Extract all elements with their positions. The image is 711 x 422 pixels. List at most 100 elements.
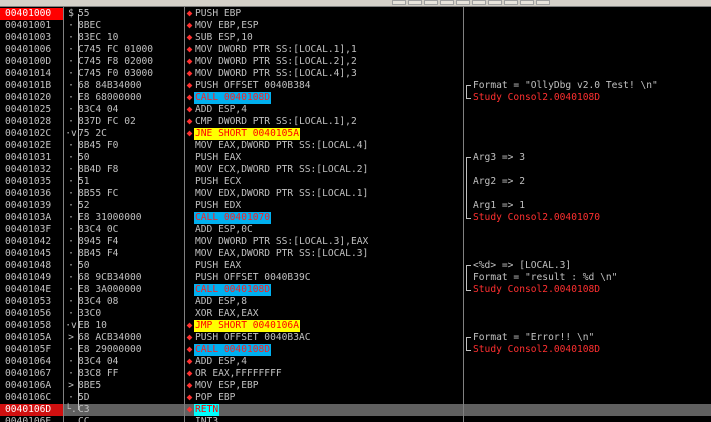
- address-cell[interactable]: 00401025: [0, 104, 63, 116]
- address-cell[interactable]: 00401000: [0, 8, 63, 20]
- toolbar-button[interactable]: [472, 0, 486, 5]
- address-cell[interactable]: 0040106E: [0, 416, 63, 422]
- comment-cell[interactable]: Arg2 => 2: [464, 176, 711, 188]
- comment-cell[interactable]: [464, 308, 711, 320]
- comment-cell[interactable]: Study Consol2.0040108D: [464, 284, 711, 296]
- toolbar-button[interactable]: [536, 0, 550, 5]
- hex-dump-cell[interactable]: · E8 29000000: [64, 344, 184, 356]
- disassembly-row[interactable]: ◆ POP EBP: [185, 392, 463, 404]
- disassembly-row[interactable]: MOV EAX,DWORD PTR SS:[LOCAL.4]: [185, 140, 463, 152]
- address-cell[interactable]: 00401039: [0, 200, 63, 212]
- toolbar-button[interactable]: [440, 0, 454, 5]
- address-cell[interactable]: 00401058: [0, 320, 63, 332]
- hex-dump-cell[interactable]: · 5D: [64, 392, 184, 404]
- hex-dump-cell[interactable]: · C745 F0 03000: [64, 68, 184, 80]
- disassembly-row[interactable]: ◆ JNE SHORT 0040105A: [185, 128, 463, 140]
- comment-cell[interactable]: [464, 104, 711, 116]
- disassembly-row[interactable]: INT3: [185, 416, 463, 422]
- hex-dump-cell[interactable]: · 68 9CB34000: [64, 272, 184, 284]
- disassembly-row[interactable]: XOR EAX,EAX: [185, 308, 463, 320]
- toolbar-button[interactable]: [392, 0, 406, 5]
- disassembly-row[interactable]: ◆ SUB ESP,10: [185, 32, 463, 44]
- disassembly-row[interactable]: MOV ECX,DWORD PTR SS:[LOCAL.2]: [185, 164, 463, 176]
- hex-dump-cell[interactable]: · 83C8 FF: [64, 368, 184, 380]
- address-cell[interactable]: 00401049: [0, 272, 63, 284]
- address-cell[interactable]: 0040102E: [0, 140, 63, 152]
- hex-dump-cell[interactable]: · 51: [64, 176, 184, 188]
- address-cell[interactable]: 00401056: [0, 308, 63, 320]
- comment-cell[interactable]: [464, 140, 711, 152]
- comment-cell[interactable]: [464, 128, 711, 140]
- disassembly-row[interactable]: PUSH EAX: [185, 152, 463, 164]
- disassembly-row[interactable]: ◆ ADD ESP,4: [185, 104, 463, 116]
- comment-cell[interactable]: [464, 236, 711, 248]
- comment-cell[interactable]: Study Consol2.00401070: [464, 212, 711, 224]
- address-cell[interactable]: 00401067: [0, 368, 63, 380]
- disassembly-row[interactable]: ◆ JMP SHORT 0040106A: [185, 320, 463, 332]
- comment-cell[interactable]: [464, 416, 711, 422]
- comment-cell[interactable]: [464, 8, 711, 20]
- comment-cell[interactable]: [464, 224, 711, 236]
- disassembly-row[interactable]: ◆ ADD ESP,4: [185, 356, 463, 368]
- address-cell[interactable]: 0040106D: [0, 404, 63, 416]
- address-cell[interactable]: 00401032: [0, 164, 63, 176]
- hex-dump-cell[interactable]: $55: [64, 8, 184, 20]
- disassembly-row[interactable]: ◆ MOV DWORD PTR SS:[LOCAL.4],3: [185, 68, 463, 80]
- address-cell[interactable]: 00401006: [0, 44, 63, 56]
- address-cell[interactable]: 0040102C: [0, 128, 63, 140]
- toolbar-button[interactable]: [488, 0, 502, 5]
- comment-cell[interactable]: [464, 164, 711, 176]
- hex-dump-cell[interactable]: · 33C0: [64, 308, 184, 320]
- hex-dump-cell[interactable]: · E8 68000000: [64, 92, 184, 104]
- hex-dump-cell[interactable]: · 8945 F4: [64, 236, 184, 248]
- hex-dump-cell[interactable]: · 83C4 0C: [64, 224, 184, 236]
- disassembly-row[interactable]: PUSH OFFSET 0040B39C: [185, 272, 463, 284]
- hex-dump-cell[interactable]: · 83EC 10: [64, 32, 184, 44]
- disassembly-row[interactable]: PUSH EDX: [185, 200, 463, 212]
- disassembly-row[interactable]: CALL 00401070: [185, 212, 463, 224]
- disassembly-row[interactable]: ◆ CALL 0040108D: [185, 92, 463, 104]
- disassembly-row[interactable]: ◆ OR EAX,FFFFFFFF: [185, 368, 463, 380]
- disassembly-column[interactable]: ◆ PUSH EBP ◆ MOV EBP,ESP ◆ SUB ESP,10 ◆ MOV DWO…: [185, 6, 463, 422]
- comment-cell[interactable]: [464, 68, 711, 80]
- comment-cell[interactable]: Arg3 => 3: [464, 152, 711, 164]
- hex-dump-column[interactable]: $55 · 8BEC · 83EC 10 · C745 FC 01000 · C745 F8 0…: [64, 6, 184, 422]
- comment-cell[interactable]: [464, 404, 711, 416]
- disassembly-row[interactable]: ◆ PUSH EBP: [185, 8, 463, 20]
- hex-dump-cell[interactable]: · 83C4 04: [64, 356, 184, 368]
- disassembly-row[interactable]: ADD ESP,8: [185, 296, 463, 308]
- address-cell[interactable]: 0040105F: [0, 344, 63, 356]
- address-column[interactable]: 00401000 00401001 00401003 00401006 0040100D…: [0, 6, 63, 422]
- toolbar-button[interactable]: [504, 0, 518, 5]
- address-cell[interactable]: 00401042: [0, 236, 63, 248]
- comment-cell[interactable]: [464, 32, 711, 44]
- address-cell[interactable]: 00401036: [0, 188, 63, 200]
- disassembly-row[interactable]: ◆ RETN: [185, 404, 463, 416]
- address-cell[interactable]: 00401003: [0, 32, 63, 44]
- disassembly-row[interactable]: CALL 0040108D: [185, 284, 463, 296]
- comment-cell[interactable]: [464, 368, 711, 380]
- hex-dump-cell[interactable]: · 50: [64, 152, 184, 164]
- address-cell[interactable]: 0040104E: [0, 284, 63, 296]
- disassembly-row[interactable]: PUSH ECX: [185, 176, 463, 188]
- address-cell[interactable]: 0040106A: [0, 380, 63, 392]
- hex-dump-cell[interactable]: ·vEB 10: [64, 320, 184, 332]
- disassembly-row[interactable]: ◆ PUSH OFFSET 0040B384: [185, 80, 463, 92]
- hex-dump-cell[interactable]: · C745 FC 01000: [64, 44, 184, 56]
- comment-cell[interactable]: [464, 20, 711, 32]
- hex-dump-cell[interactable]: >68 ACB34000: [64, 332, 184, 344]
- address-cell[interactable]: 00401020: [0, 92, 63, 104]
- disassembly-row[interactable]: MOV EAX,DWORD PTR SS:[LOCAL.3]: [185, 248, 463, 260]
- disassembly-row[interactable]: PUSH EAX: [185, 260, 463, 272]
- hex-dump-cell[interactable]: · 837D FC 02: [64, 116, 184, 128]
- comment-cell[interactable]: [464, 116, 711, 128]
- hex-dump-cell[interactable]: >8BE5: [64, 380, 184, 392]
- address-cell[interactable]: 00401001: [0, 20, 63, 32]
- address-cell[interactable]: 0040106C: [0, 392, 63, 404]
- hex-dump-cell[interactable]: · E8 3A000000: [64, 284, 184, 296]
- hex-dump-cell[interactable]: · 50: [64, 260, 184, 272]
- hex-dump-cell[interactable]: · 8B55 FC: [64, 188, 184, 200]
- address-cell[interactable]: 0040105A: [0, 332, 63, 344]
- comment-cell[interactable]: [464, 248, 711, 260]
- address-cell[interactable]: 0040103F: [0, 224, 63, 236]
